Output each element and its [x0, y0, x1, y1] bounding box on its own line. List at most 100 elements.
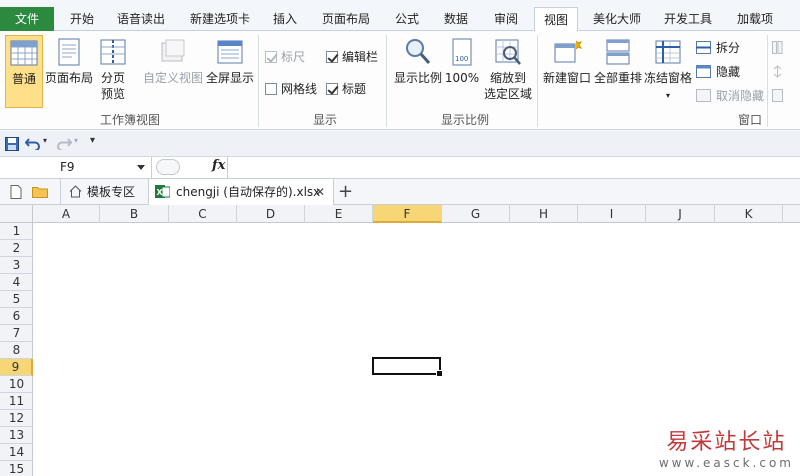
customize-qat-icon[interactable]: ▾ [90, 135, 95, 146]
tab-insert[interactable]: 插入 [266, 7, 304, 31]
full-screen-button[interactable]: 全屏显示 [204, 35, 256, 95]
arrange-all-button[interactable]: 全部重排 [593, 35, 643, 95]
group-separator [386, 35, 387, 127]
zoom-100-icon: 100 [452, 38, 472, 66]
row-header[interactable]: 3 [0, 257, 33, 274]
page-break-preview-button[interactable]: 分页 预览 [94, 35, 132, 107]
hide-label: 隐藏 [716, 65, 741, 79]
tab-file[interactable]: 文件 [0, 7, 54, 31]
tab-data[interactable]: 数据 [436, 7, 476, 31]
row-header[interactable]: 6 [0, 308, 33, 325]
column-header[interactable]: I [578, 205, 646, 223]
tab-developer[interactable]: 开发工具 [656, 7, 720, 31]
new-document-icon[interactable] [10, 185, 22, 199]
unhide-label: 取消隐藏 [716, 89, 765, 103]
svg-text:100: 100 [455, 55, 468, 63]
formula-splitter-icon[interactable] [156, 159, 180, 175]
undo-dropdown-icon[interactable]: ▾ [43, 136, 47, 145]
page-layout-view-button[interactable]: 页面布局 [44, 35, 94, 95]
row-header[interactable]: 13 [0, 427, 33, 444]
split-button[interactable]: 拆分 [696, 39, 740, 57]
column-header[interactable]: K [715, 205, 783, 223]
hide-button[interactable]: 隐藏 [696, 63, 740, 81]
sync-scroll-button[interactable] [772, 63, 800, 81]
gridlines-label: 网格线 [281, 82, 318, 96]
row-header[interactable]: 10 [0, 376, 33, 393]
close-tab-icon[interactable]: ✕ [315, 179, 325, 205]
side-by-side-button[interactable] [772, 39, 800, 57]
reset-position-button[interactable] [772, 87, 800, 105]
column-header[interactable]: G [442, 205, 510, 223]
column-header[interactable]: B [100, 205, 169, 223]
document-tab-bar: 模板专区 X chengji (自动保存的).xlsx ✕ + [0, 179, 800, 205]
freeze-panes-button[interactable]: 冻结窗格 ▾ [643, 35, 693, 100]
row-header[interactable]: 11 [0, 393, 33, 410]
headings-checkbox[interactable]: 标题 [326, 81, 366, 97]
column-header-selected[interactable]: F [373, 205, 442, 223]
active-cell-f9[interactable] [372, 357, 443, 377]
tab-home[interactable]: 开始 [64, 7, 100, 31]
ruler-checkbox[interactable]: 标尺 [265, 49, 305, 65]
select-all-corner[interactable] [0, 205, 33, 223]
formula-bar-checkbox[interactable]: 编辑栏 [326, 49, 378, 65]
column-header[interactable]: C [169, 205, 237, 223]
redo-icon[interactable] [56, 136, 72, 150]
custom-views-button[interactable]: 自定义视图 [142, 35, 204, 95]
tab-speech[interactable]: 语音读出 [110, 7, 172, 31]
template-zone-tab[interactable]: 模板专区 [60, 179, 144, 205]
zoom-to-selection-button[interactable]: 缩放到 选定区域 [482, 35, 534, 107]
home-icon [69, 185, 82, 198]
tab-new-tab[interactable]: 新建选项卡 [182, 7, 258, 31]
watermark-title: 易采站长站 [666, 430, 787, 455]
name-box-dropdown-icon[interactable] [137, 165, 145, 170]
save-icon[interactable] [5, 137, 19, 151]
tab-review[interactable]: 审阅 [486, 7, 526, 31]
group-separator [767, 35, 768, 127]
undo-icon[interactable] [25, 136, 41, 150]
name-box[interactable]: F9 [0, 157, 152, 178]
zoom-100-button[interactable]: 100 100% [444, 35, 480, 95]
zoom-selection-icon [495, 39, 521, 65]
zoom-button[interactable]: 显示比例 [392, 35, 444, 95]
row-header[interactable]: 8 [0, 342, 33, 359]
row-header[interactable]: 5 [0, 291, 33, 308]
row-header[interactable]: 15 [0, 461, 33, 476]
insert-function-button[interactable]: fx [212, 158, 225, 173]
row-header-selected[interactable]: 9 [0, 359, 33, 376]
formula-bar-label: 编辑栏 [342, 50, 379, 64]
unhide-button[interactable]: 取消隐藏 [696, 87, 764, 105]
ribbon-view: 普通 页面布局 分页 预览 自定义视图 全屏显示 工作簿视图 标尺 编辑栏 网格… [0, 31, 800, 130]
column-header[interactable]: J [646, 205, 715, 223]
row-header[interactable]: 1 [0, 223, 33, 240]
normal-view-button[interactable]: 普通 [5, 35, 43, 108]
column-header[interactable]: E [305, 205, 373, 223]
custom-views-icon [161, 39, 185, 62]
row-header[interactable]: 7 [0, 325, 33, 342]
row-header[interactable]: 4 [0, 274, 33, 291]
workbook-tab[interactable]: X chengji (自动保存的).xlsx ✕ [148, 179, 334, 205]
tab-formulas[interactable]: 公式 [388, 7, 426, 31]
new-window-icon [554, 40, 582, 63]
tab-page-layout[interactable]: 页面布局 [314, 7, 378, 31]
full-screen-label: 全屏显示 [205, 71, 254, 85]
formula-input[interactable] [229, 157, 800, 178]
column-header[interactable]: H [510, 205, 578, 223]
tab-beautify[interactable]: 美化大师 [586, 7, 648, 31]
new-window-button[interactable]: 新建窗口 [541, 35, 593, 95]
gridlines-checkbox[interactable]: 网格线 [265, 81, 317, 97]
svg-text:X: X [157, 188, 164, 197]
dropdown-arrow-icon: ▾ [665, 91, 670, 100]
quick-access-toolbar: ▾ ▾ ▾ [0, 131, 800, 157]
tab-addins[interactable]: 加载项 [730, 7, 780, 31]
column-header[interactable]: D [237, 205, 305, 223]
row-header[interactable]: 14 [0, 444, 33, 461]
show-group-label: 显示 [312, 113, 337, 127]
tab-view[interactable]: 视图 [534, 7, 578, 32]
open-folder-icon[interactable] [32, 185, 48, 198]
redo-dropdown-icon[interactable]: ▾ [74, 136, 78, 145]
row-header[interactable]: 12 [0, 410, 33, 427]
row-header[interactable]: 2 [0, 240, 33, 257]
column-header[interactable]: A [33, 205, 100, 223]
add-tab-icon[interactable]: + [338, 180, 353, 204]
window-group-label: 窗口 [737, 113, 762, 127]
